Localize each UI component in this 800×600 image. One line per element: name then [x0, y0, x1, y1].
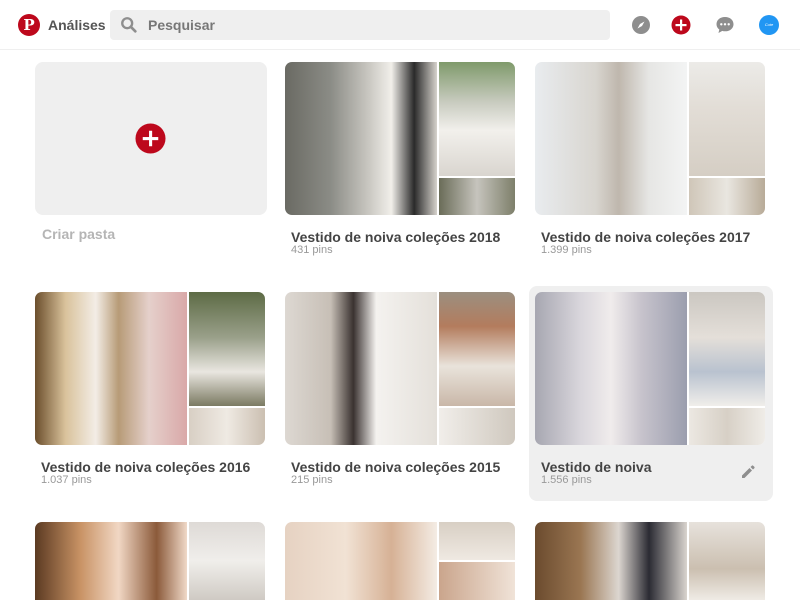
add-icon[interactable] [671, 15, 691, 35]
board-card[interactable]: Vestido de noiva coleções 2018 431 pins [285, 62, 529, 272]
cover-image [439, 178, 515, 215]
cover-image [689, 178, 765, 215]
board-cover[interactable] [285, 522, 515, 600]
cover-image [535, 62, 687, 215]
board-title[interactable]: Vestido de noiva [541, 459, 651, 475]
board-card[interactable] [35, 522, 279, 600]
cover-image [189, 522, 265, 600]
create-board-tile[interactable] [35, 62, 267, 215]
cover-image [285, 62, 437, 215]
board-cover[interactable] [35, 522, 265, 600]
cover-image [285, 292, 437, 445]
profile-avatar[interactable]: Cute [759, 15, 779, 35]
cover-image [285, 522, 437, 600]
cover-image [35, 522, 187, 600]
cover-image [439, 62, 515, 176]
cover-image [439, 522, 515, 560]
board-card[interactable]: Vestido de noiva coleções 2016 1.037 pin… [35, 292, 279, 502]
search-input[interactable] [148, 10, 588, 40]
board-pin-count: 1.399 pins [541, 244, 592, 256]
cover-image [689, 292, 765, 406]
board-pin-count: 1.556 pins [541, 474, 592, 486]
board-cover[interactable] [535, 292, 765, 445]
cover-image [689, 408, 765, 445]
search-bar[interactable] [110, 10, 610, 40]
cover-image [535, 292, 687, 445]
cover-image [439, 562, 515, 600]
board-card[interactable]: Vestido de noiva coleções 2017 1.399 pin… [535, 62, 779, 272]
message-icon[interactable] [715, 15, 735, 35]
board-card[interactable] [285, 522, 529, 600]
board-title[interactable]: Vestido de noiva coleções 2015 [291, 459, 500, 475]
board-cover[interactable] [285, 292, 515, 445]
board-title[interactable]: Vestido de noiva coleções 2018 [291, 229, 500, 245]
top-bar: P Análises Cute [0, 0, 800, 50]
cover-image [535, 522, 687, 600]
board-card[interactable] [535, 522, 779, 600]
search-icon [121, 17, 137, 33]
board-pin-count: 215 pins [291, 474, 333, 486]
edit-icon[interactable] [740, 464, 756, 480]
board-cover[interactable] [35, 292, 265, 445]
cover-image [689, 522, 765, 600]
cover-image [439, 292, 515, 406]
board-card[interactable]: Vestido de noiva coleções 2015 215 pins [285, 292, 529, 502]
board-title[interactable]: Vestido de noiva coleções 2017 [541, 229, 750, 245]
board-title[interactable]: Vestido de noiva coleções 2016 [41, 459, 250, 475]
cover-image [35, 292, 187, 445]
board-pin-count: 1.037 pins [41, 474, 92, 486]
board-cover[interactable] [285, 62, 515, 215]
create-board-label[interactable]: Criar pasta [42, 226, 115, 242]
cover-image [689, 62, 765, 176]
cover-image [189, 292, 265, 406]
pinterest-logo-icon[interactable]: P [18, 14, 40, 36]
add-icon [135, 123, 166, 154]
board-cover[interactable] [535, 62, 765, 215]
board-pin-count: 431 pins [291, 244, 333, 256]
board-card[interactable]: Vestido de noiva 1.556 pins [529, 286, 773, 501]
cover-image [189, 408, 265, 445]
analytics-link[interactable]: Análises [48, 17, 106, 33]
board-cover[interactable] [535, 522, 765, 600]
cover-image [439, 408, 515, 445]
compass-icon[interactable] [631, 15, 651, 35]
